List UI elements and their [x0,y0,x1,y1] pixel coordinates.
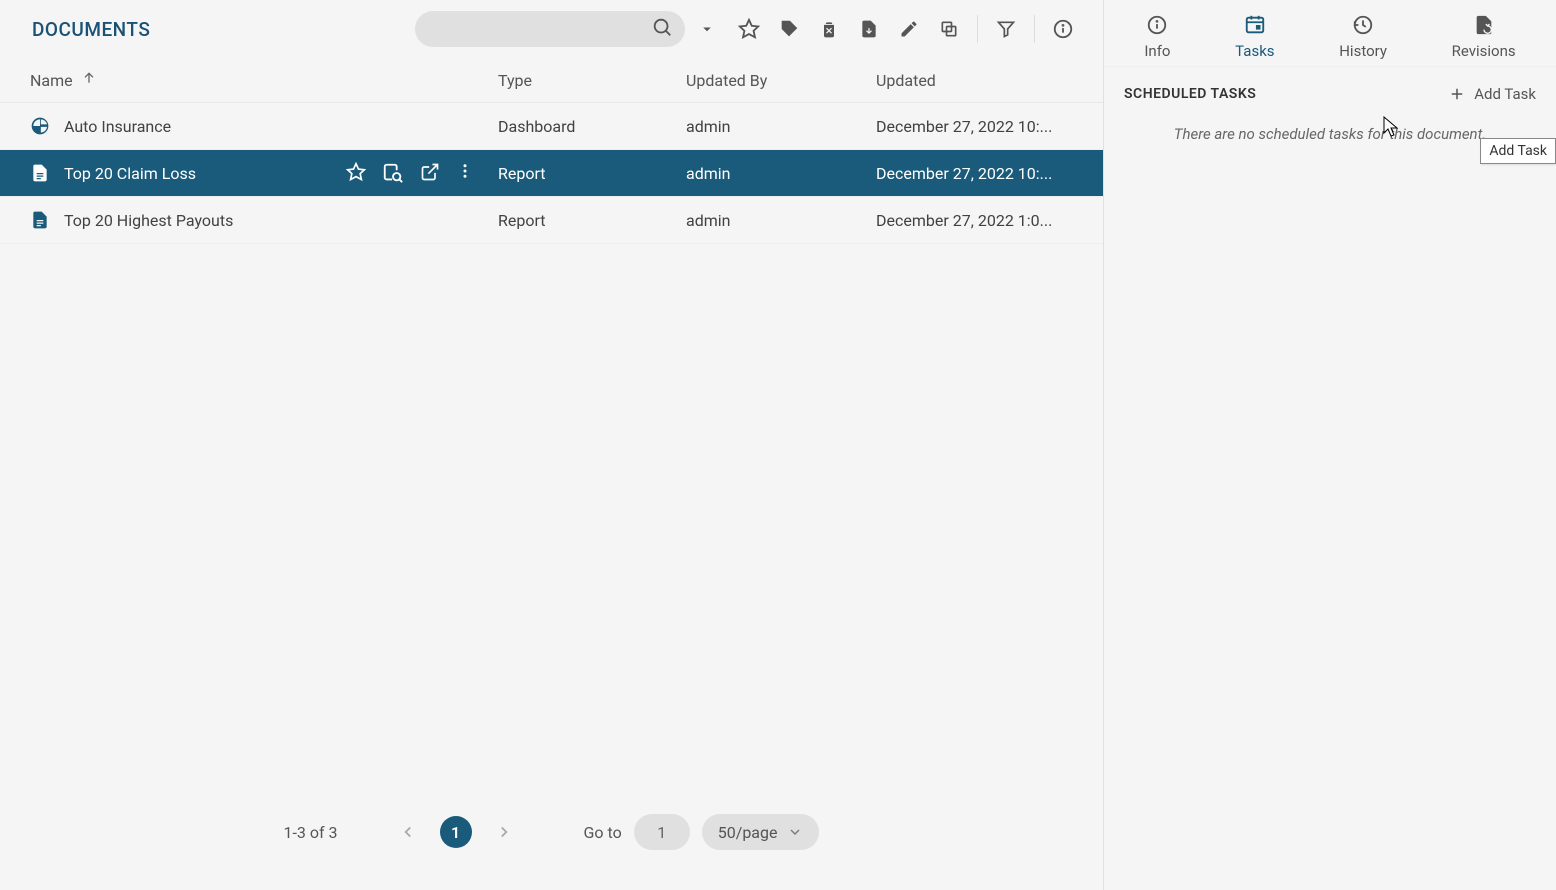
row-updatedby: admin [686,117,876,136]
table-header: Name Type Updated By Updated [0,58,1103,103]
info-button[interactable] [1047,13,1079,45]
favorite-button[interactable] [733,13,765,45]
row-name: Auto Insurance [64,117,171,136]
row-preview-button[interactable] [382,162,404,184]
row-open-button[interactable] [420,162,440,184]
toolbar-divider [1034,15,1035,43]
row-type: Dashboard [498,117,686,136]
toolbar [415,11,1079,47]
toolbar-divider [977,15,978,43]
empty-tasks-message: There are no scheduled tasks for this do… [1124,125,1536,143]
add-task-button[interactable]: Add Task [1448,85,1536,103]
table-row[interactable]: Top 20 Claim Loss [0,150,1103,197]
row-actions [346,162,498,184]
row-type: Report [498,164,686,183]
per-page-select[interactable]: 50/page [702,814,820,850]
tab-label: History [1339,42,1387,60]
report-icon [30,210,50,230]
row-updated: December 27, 2022 10:... [876,117,1103,136]
goto-label: Go to [584,823,622,842]
chevron-down-icon [787,824,803,840]
history-icon [1352,14,1374,36]
filter-button[interactable] [990,13,1022,45]
copy-button[interactable] [933,13,965,45]
delete-button[interactable] [813,13,845,45]
row-name: Top 20 Highest Payouts [64,211,233,230]
revisions-icon [1473,14,1495,36]
current-page[interactable]: 1 [440,816,472,848]
tab-info[interactable]: Info [1136,14,1178,60]
table-row[interactable]: Auto Insurance Dashboard admin December … [0,103,1103,150]
tab-revisions[interactable]: Revisions [1444,14,1524,60]
info-icon [1146,14,1168,36]
sort-ascending-icon [81,70,97,90]
search-icon [651,16,673,42]
main-panel: DOCUMENTS [0,0,1104,890]
search-dropdown-button[interactable] [691,13,723,45]
plus-icon [1448,85,1466,103]
row-updated: December 27, 2022 10:... [876,164,1103,183]
column-header-name[interactable]: Name [0,70,498,90]
prev-page-button[interactable] [392,816,424,848]
add-task-label: Add Task [1474,85,1536,103]
next-page-button[interactable] [488,816,520,848]
tab-tasks[interactable]: Tasks [1227,14,1282,60]
tab-label: Info [1144,42,1170,60]
page-title: DOCUMENTS [32,18,150,41]
top-bar: DOCUMENTS [0,0,1103,58]
edit-button[interactable] [893,13,925,45]
documents-table: Name Type Updated By Updated Auto I [0,58,1103,890]
toolbar-icons [733,13,1079,45]
row-updatedby: admin [686,164,876,183]
tag-button[interactable] [773,13,805,45]
column-header-updated[interactable]: Updated [876,71,1103,90]
row-more-button[interactable] [456,162,474,184]
goto-input[interactable]: 1 [634,814,690,850]
table-body: Auto Insurance Dashboard admin December … [0,103,1103,790]
tab-label: Revisions [1452,42,1516,60]
row-updated: December 27, 2022 1:0... [876,211,1103,230]
add-task-tooltip: Add Task [1480,138,1556,164]
scheduled-tasks-title: SCHEDULED TASKS [1124,86,1256,102]
row-type: Report [498,211,686,230]
pagination-range: 1-3 of 3 [284,823,338,842]
search-input[interactable] [415,11,685,47]
row-favorite-button[interactable] [346,162,366,184]
tab-label: Tasks [1235,42,1274,60]
export-button[interactable] [853,13,885,45]
tasks-icon [1244,14,1266,36]
table-row[interactable]: Top 20 Highest Payouts Report admin Dece… [0,197,1103,244]
column-name-label: Name [30,71,73,90]
details-sidebar: Info Tasks History Revisions SCHEDULED T… [1104,0,1556,890]
tab-history[interactable]: History [1331,14,1395,60]
column-header-updatedby[interactable]: Updated By [686,71,876,90]
row-name: Top 20 Claim Loss [64,164,196,183]
sidebar-tabs: Info Tasks History Revisions [1104,0,1556,67]
row-updatedby: admin [686,211,876,230]
dashboard-icon [30,116,50,136]
report-icon [30,163,50,183]
pagination: 1-3 of 3 1 Go to 1 50/page [0,790,1103,890]
column-header-type[interactable]: Type [498,71,686,90]
